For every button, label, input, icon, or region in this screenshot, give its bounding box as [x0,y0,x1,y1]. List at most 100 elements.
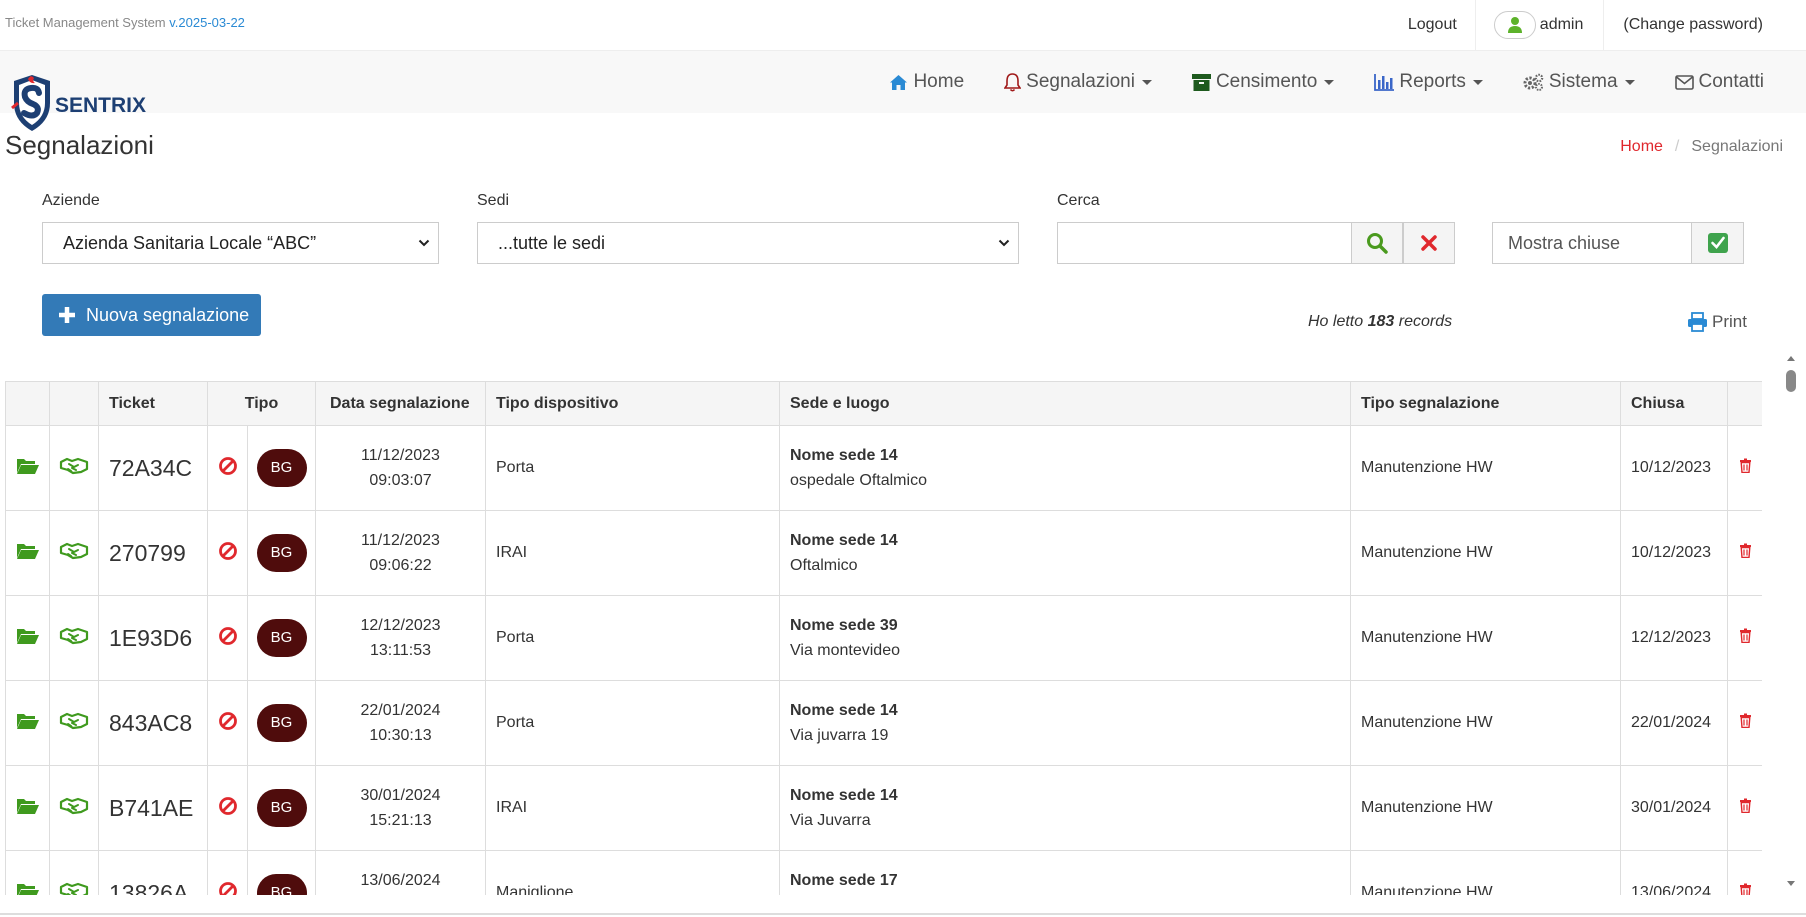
delete-cell[interactable] [1727,510,1762,596]
envelope-icon [1674,74,1694,90]
logout-link[interactable]: Logout [1390,16,1475,34]
bar-chart-icon [1374,73,1395,91]
folder-open-icon[interactable] [16,798,40,819]
tipo-badge: BG [256,619,307,657]
folder-open-icon[interactable] [16,458,40,479]
report-time: 15:21:13 [369,812,432,829]
search-button[interactable] [1351,222,1403,264]
trash-icon[interactable] [1739,543,1752,562]
trash-icon[interactable] [1739,883,1752,895]
ban-icon [218,881,238,895]
mostra-chiuse-label: Mostra chiuse [1492,222,1692,264]
sede-name: Nome sede 14 [790,702,898,719]
ticket-id: 72A34C [98,425,208,511]
print-button[interactable]: Print [1687,312,1747,332]
delete-cell[interactable] [1727,425,1762,511]
records-count: Ho letto 183 records [1308,313,1452,331]
table-row[interactable]: 270799 BG 11/12/2023 09:06:22 IRAI Nome sede … [5,510,1762,596]
handshake-icon[interactable] [59,797,89,820]
report-date-cell: 12/12/2023 13:11:53 [315,595,486,681]
open-folder-cell[interactable] [5,765,50,851]
open-folder-cell[interactable] [5,510,50,596]
sentrix-logo[interactable]: SENTRIX [10,75,155,133]
table-row[interactable]: 13826ABG13/06/202411:34:12ManiglioneNome… [5,850,1762,895]
mostra-chiuse-toggle[interactable] [1691,222,1744,264]
device-type: IRAI [485,510,780,596]
delete-cell[interactable] [1727,850,1762,895]
clear-search-button[interactable] [1403,222,1455,264]
ticket-id: B741AE [98,765,208,851]
column-header-sede[interactable]: Sede e luogo [779,381,1351,426]
trash-icon[interactable] [1739,713,1752,732]
handshake-cell[interactable] [49,765,99,851]
change-password-link[interactable]: (Change password) [1604,16,1806,34]
open-folder-cell[interactable] [5,425,50,511]
nav-sistema[interactable]: Sistema [1503,71,1655,93]
breadcrumb-separator: / [1674,138,1680,155]
folder-open-icon[interactable] [16,883,40,895]
archive-icon [1191,73,1211,91]
report-date-cell: 30/01/2024 15:21:13 [315,765,486,851]
nav-contatti[interactable]: Contatti [1655,71,1784,93]
report-date: 30/01/2024 [360,787,441,804]
nav-home[interactable]: Home [869,71,984,93]
column-header-chiusa[interactable]: Chiusa [1620,381,1728,426]
trash-icon[interactable] [1739,798,1752,817]
new-report-button[interactable]: Nuova segnalazione [42,294,261,336]
handshake-cell[interactable] [49,850,99,895]
trash-icon[interactable] [1739,628,1752,647]
breadcrumb-home-link[interactable]: Home [1620,138,1663,155]
handshake-cell[interactable] [49,510,99,596]
table-row[interactable]: 72A34C BG 11/12/2023 09:03:07 Porta Nome sede… [5,425,1762,511]
trash-icon[interactable] [1739,458,1752,477]
delete-cell[interactable] [1727,680,1762,766]
table-row[interactable]: 843AC8 BG 22/01/2024 10:30:13 Porta Nome sede… [5,680,1762,766]
folder-open-icon[interactable] [16,543,40,564]
tipo-cell: BG [207,680,316,766]
open-folder-cell[interactable] [5,850,50,895]
column-header-data[interactable]: Data segnalazione [315,381,486,426]
app-title: Ticket Management System v.2025-03-22 [5,15,245,30]
report-date: 22/01/2024 [360,702,441,719]
handshake-icon[interactable] [59,457,89,480]
handshake-icon[interactable] [59,712,89,735]
aziende-select[interactable]: Azienda Sanitaria Locale “ABC” [42,222,439,264]
nav-censimento[interactable]: Censimento [1172,71,1354,93]
chevron-down-icon [418,239,430,247]
scrollbar-thumb[interactable] [1786,370,1796,392]
handshake-icon[interactable] [59,882,89,895]
table-row[interactable]: 1E93D6 BG 12/12/2023 13:11:53 Porta Nome sede… [5,595,1762,681]
ticket-id: 13826A [98,850,208,895]
nav-reports[interactable]: Reports [1354,71,1503,93]
column-header-dispositivo[interactable]: Tipo dispositivo [485,381,780,426]
sede-location: Oftalmico [790,557,858,574]
sedi-select[interactable]: ...tutte le sedi [477,222,1019,264]
aziende-select-value: Azienda Sanitaria Locale “ABC” [63,232,317,253]
ban-icon [218,456,238,481]
handshake-cell[interactable] [49,680,99,766]
report-date: 11/12/2023 [361,447,440,464]
column-header-ticket[interactable]: Ticket [98,381,208,426]
nav-segnalazioni[interactable]: Segnalazioni [984,71,1172,93]
page-scrollbar[interactable] [1782,352,1800,896]
search-input[interactable] [1057,222,1352,264]
open-folder-cell[interactable] [5,595,50,681]
folder-open-icon[interactable] [16,713,40,734]
sede-cell: Nome sede 14 Oftalmico [779,510,1351,596]
folder-open-icon[interactable] [16,628,40,649]
page-title: Segnalazioni [5,130,154,160]
column-header-tipo[interactable]: Tipo [207,381,316,426]
user-menu[interactable]: admin [1474,0,1605,50]
delete-cell[interactable] [1727,765,1762,851]
handshake-cell[interactable] [49,595,99,681]
column-header-tipo-segnalazione[interactable]: Tipo segnalazione [1350,381,1621,426]
handshake-icon[interactable] [59,627,89,650]
table-row[interactable]: B741AE BG 30/01/2024 15:21:13 IRAI Nome sede … [5,765,1762,851]
delete-cell[interactable] [1727,595,1762,681]
handshake-icon[interactable] [59,542,89,565]
top-bar: Ticket Management System v.2025-03-22 Lo… [0,0,1806,51]
open-folder-cell[interactable] [5,680,50,766]
handshake-cell[interactable] [49,425,99,511]
sede-cell: Nome sede 17 Via Le Chiuse [779,850,1351,895]
table-header-row: Ticket Tipo Data segnalazione Tipo dispo… [5,381,1762,426]
